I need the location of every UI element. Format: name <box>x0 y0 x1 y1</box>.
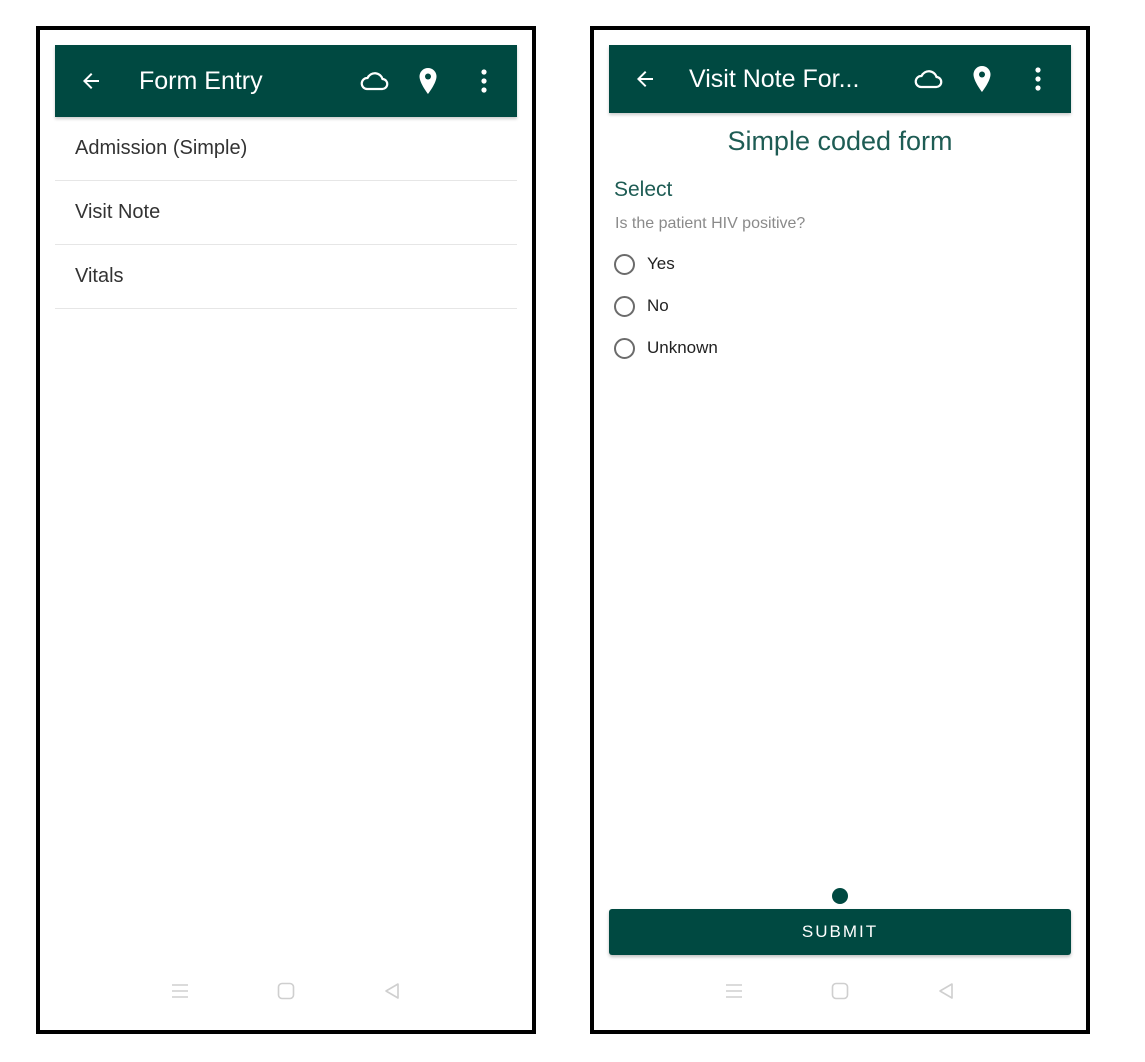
more-vert-icon[interactable] <box>469 66 499 96</box>
page-title: Form Entry <box>139 66 263 95</box>
more-vert-icon[interactable] <box>1023 64 1053 94</box>
cloud-icon[interactable] <box>913 64 943 94</box>
back-icon[interactable] <box>936 981 956 1001</box>
form-list: Admission (Simple) Visit Note Vitals <box>55 117 517 309</box>
radio-option-unknown[interactable]: Unknown <box>614 327 718 369</box>
radio-group: Yes No Unknown <box>614 243 718 369</box>
page-indicator-dot <box>832 888 848 904</box>
location-pin-icon[interactable] <box>967 64 997 94</box>
home-icon[interactable] <box>830 981 850 1001</box>
cloud-icon[interactable] <box>359 66 389 96</box>
form-list-item[interactable]: Admission (Simple) <box>55 117 517 181</box>
radio-button[interactable] <box>614 337 635 359</box>
home-icon[interactable] <box>276 981 296 1001</box>
form-list-item[interactable]: Visit Note <box>55 181 517 245</box>
app-bar: Form Entry <box>55 45 517 117</box>
system-nav-bar <box>594 976 1086 1006</box>
question-label: Is the patient HIV positive? <box>615 215 806 232</box>
radio-button[interactable] <box>614 253 635 275</box>
system-nav-bar <box>40 976 532 1006</box>
radio-button[interactable] <box>614 295 635 317</box>
radio-label: No <box>647 296 669 315</box>
visit-note-form-screen: Visit Note For... Simple coded form Sele… <box>590 26 1090 1034</box>
page-title: Visit Note For... <box>689 64 860 93</box>
radio-option-no[interactable]: No <box>614 285 718 327</box>
form-title: Simple coded form <box>727 126 953 156</box>
radio-label: Unknown <box>647 338 718 357</box>
menu-icon[interactable] <box>170 981 190 1001</box>
menu-icon[interactable] <box>724 981 744 1001</box>
app-bar: Visit Note For... <box>609 45 1071 113</box>
form-entry-screen: Form Entry Admission (Simple) Visit Note… <box>36 26 536 1034</box>
section-heading: Select <box>614 178 673 201</box>
location-pin-icon[interactable] <box>413 66 443 96</box>
radio-option-yes[interactable]: Yes <box>614 243 718 285</box>
back-arrow-icon[interactable] <box>631 65 659 93</box>
back-icon[interactable] <box>382 981 402 1001</box>
form-list-item[interactable]: Vitals <box>55 245 517 309</box>
radio-label: Yes <box>647 254 675 273</box>
back-arrow-icon[interactable] <box>77 67 105 95</box>
submit-button[interactable]: SUBMIT <box>609 909 1071 955</box>
